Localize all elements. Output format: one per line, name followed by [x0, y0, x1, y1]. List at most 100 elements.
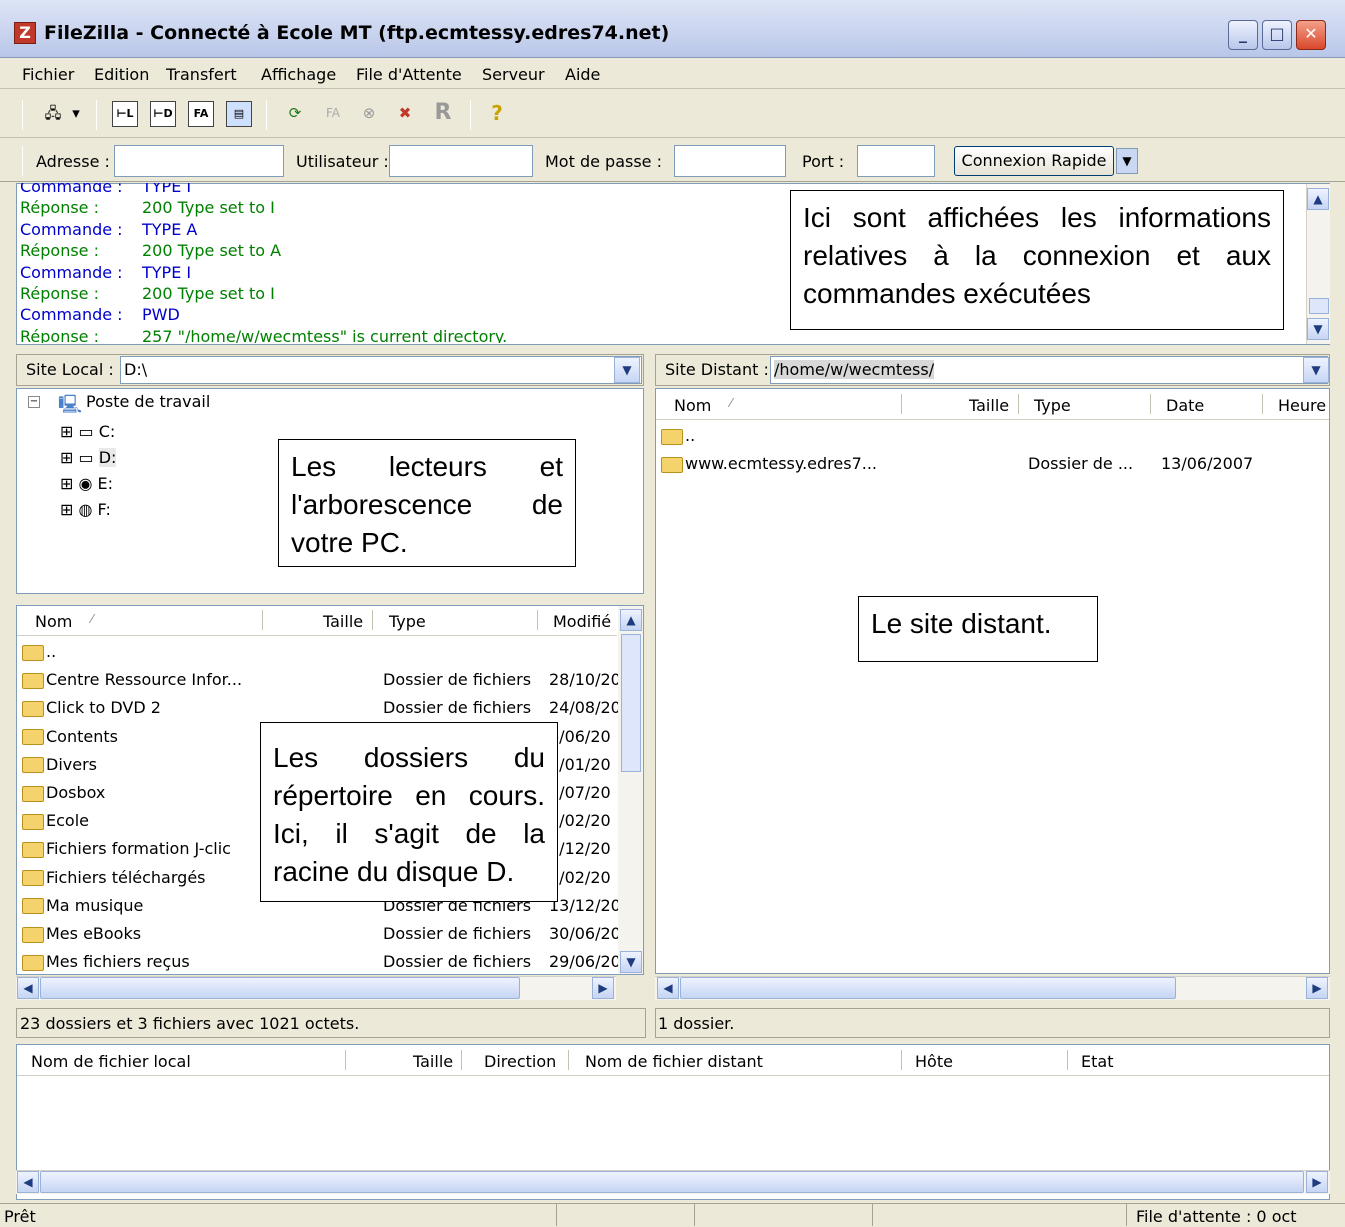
scroll-down-icon[interactable]: ▼	[1307, 318, 1329, 340]
list-item[interactable]: Mes fichiers reçus Dossier de fichiers 29/…	[22, 948, 618, 974]
scroll-left-icon[interactable]: ◀	[657, 977, 679, 999]
refresh-icon[interactable]: ⟳	[282, 101, 308, 127]
remote-column-headers: Nom ⁄ Taille Type Date Heure	[656, 390, 1329, 420]
list-item[interactable]: Mes eBooks Dossier de fichiers 30/06/20	[22, 920, 618, 948]
tree-drive-c[interactable]: ⊞ ▭ C:	[60, 422, 115, 441]
drive-label: F:	[97, 500, 111, 519]
col-remote-file[interactable]: Nom de fichier distant	[585, 1052, 763, 1071]
tree-drive-e[interactable]: ⊞ ◉ E:	[60, 474, 113, 493]
log-scroll-thumb[interactable]	[1309, 298, 1329, 314]
menu-affichage[interactable]: Affichage	[261, 65, 336, 84]
scroll-up-icon[interactable]: ▲	[1307, 188, 1329, 210]
remote-path-input[interactable]: /home/w/wecmtess/	[770, 356, 1328, 384]
list-item[interactable]: www.ecmtessy.edres7... Dossier de ... 13/0…	[661, 450, 1321, 478]
folder-icon	[22, 644, 44, 661]
sort-icon: ⁄	[730, 396, 733, 410]
log-kind: Réponse :	[20, 284, 99, 303]
toggle-log-icon[interactable]: ▤	[226, 101, 252, 127]
file-name: www.ecmtessy.edres7...	[685, 454, 878, 473]
col-size[interactable]: Taille	[969, 396, 1009, 415]
reconnect-button[interactable]: R	[430, 101, 456, 127]
menu-serveur[interactable]: Serveur	[482, 65, 545, 84]
col-host[interactable]: Hôte	[915, 1052, 953, 1071]
local-path-label: Site Local :	[26, 360, 114, 379]
col-local-file[interactable]: Nom de fichier local	[31, 1052, 191, 1071]
maximize-button[interactable]: □	[1262, 20, 1292, 50]
menu-transfert[interactable]: Transfert	[166, 65, 237, 84]
col-time[interactable]: Heure	[1278, 396, 1326, 415]
list-item[interactable]: ..	[22, 638, 618, 666]
chevron-down-icon[interactable]: ▾	[68, 101, 84, 127]
toggle-local-tree-icon[interactable]: ⊢L	[112, 101, 138, 127]
port-input[interactable]	[857, 145, 935, 177]
site-manager-icon[interactable]: 🖧	[40, 101, 66, 127]
file-name: Fichiers formation J-clic	[46, 839, 231, 859]
toggle-remote-tree-icon[interactable]: ⊢D	[150, 101, 176, 127]
local-hscroll-thumb[interactable]	[40, 977, 520, 999]
user-input[interactable]	[389, 145, 533, 177]
local-path-input[interactable]: D:\	[120, 356, 642, 384]
menu-aide[interactable]: Aide	[565, 65, 600, 84]
scroll-right-icon[interactable]: ▶	[1306, 977, 1328, 999]
col-size[interactable]: Taille	[323, 612, 363, 631]
host-input[interactable]	[114, 145, 284, 177]
help-button[interactable]: ?	[484, 101, 510, 127]
folder-icon	[22, 813, 44, 830]
local-column-headers: Nom ⁄ Taille Type Modifié	[17, 606, 617, 636]
remote-hscroll-thumb[interactable]	[680, 977, 1176, 999]
folder-icon	[22, 785, 44, 802]
folder-icon	[22, 870, 44, 887]
cancel-icon[interactable]: ⊗	[356, 101, 382, 127]
column-divider	[461, 1050, 462, 1070]
col-name[interactable]: Nom	[674, 396, 711, 415]
menu-file-attente[interactable]: File d'Attente	[356, 65, 462, 84]
chevron-down-icon[interactable]: ▼	[1303, 357, 1329, 383]
list-item[interactable]: ..	[661, 422, 1321, 450]
folder-icon	[22, 700, 44, 717]
remote-callout: Le site distant.	[858, 596, 1098, 662]
col-type[interactable]: Type	[1034, 396, 1071, 415]
minimize-button[interactable]: _	[1228, 20, 1258, 50]
col-modified[interactable]: Modifié	[553, 612, 611, 631]
disconnect-icon[interactable]: ✖	[392, 101, 418, 127]
toggle-queue-button[interactable]: FA	[188, 101, 214, 127]
port-label: Port :	[802, 152, 845, 171]
col-type[interactable]: Type	[389, 612, 426, 631]
tree-drive-d[interactable]: ⊞ ▭ D:	[60, 448, 117, 467]
folder-icon	[22, 926, 44, 943]
col-name[interactable]: Nom	[35, 612, 72, 631]
menu-edition[interactable]: Edition	[94, 65, 149, 84]
col-direction[interactable]: Direction	[484, 1052, 556, 1071]
scroll-left-icon[interactable]: ◀	[17, 1171, 39, 1193]
list-item[interactable]: Centre Ressource Infor... Dossier de fich…	[22, 666, 618, 694]
scroll-left-icon[interactable]: ◀	[17, 977, 39, 999]
col-size[interactable]: Taille	[413, 1052, 453, 1071]
chevron-down-icon[interactable]: ▼	[1116, 148, 1138, 174]
quickconnect-button[interactable]: Connexion Rapide	[954, 146, 1114, 176]
scroll-down-icon[interactable]: ▼	[620, 951, 642, 973]
close-button[interactable]: ✕	[1296, 20, 1326, 50]
collapse-icon[interactable]: −	[28, 396, 40, 408]
scroll-right-icon[interactable]: ▶	[592, 977, 614, 999]
file-date: 30/06/20	[549, 924, 618, 943]
tree-drive-f[interactable]: ⊞ ◍ F:	[60, 500, 111, 519]
menu-fichier[interactable]: Fichier	[22, 65, 74, 84]
drive-label: D:	[98, 448, 117, 467]
list-item[interactable]: Click to DVD 2 Dossier de fichiers 24/08/2…	[22, 694, 618, 722]
chevron-down-icon[interactable]: ▼	[614, 357, 640, 383]
password-input[interactable]	[674, 145, 786, 177]
file-type: Dossier de fichiers	[383, 670, 532, 690]
local-files-callout: Les dossiers du répertoire en cours. Ici…	[260, 722, 558, 902]
scroll-right-icon[interactable]: ▶	[1306, 1171, 1328, 1193]
process-queue-button[interactable]: FA	[320, 101, 346, 127]
col-date[interactable]: Date	[1166, 396, 1204, 415]
queue-hscroll-thumb[interactable]	[40, 1171, 1304, 1193]
local-scroll-thumb[interactable]	[621, 634, 641, 772]
scroll-up-icon[interactable]: ▲	[620, 609, 642, 631]
toolbar-grip	[22, 146, 23, 176]
col-state[interactable]: Etat	[1081, 1052, 1113, 1071]
file-name: ..	[46, 642, 57, 661]
toolbar-separator	[266, 100, 267, 130]
log-message: 200 Type set to I	[142, 198, 275, 218]
tree-root-label[interactable]: Poste de travail	[86, 392, 210, 411]
